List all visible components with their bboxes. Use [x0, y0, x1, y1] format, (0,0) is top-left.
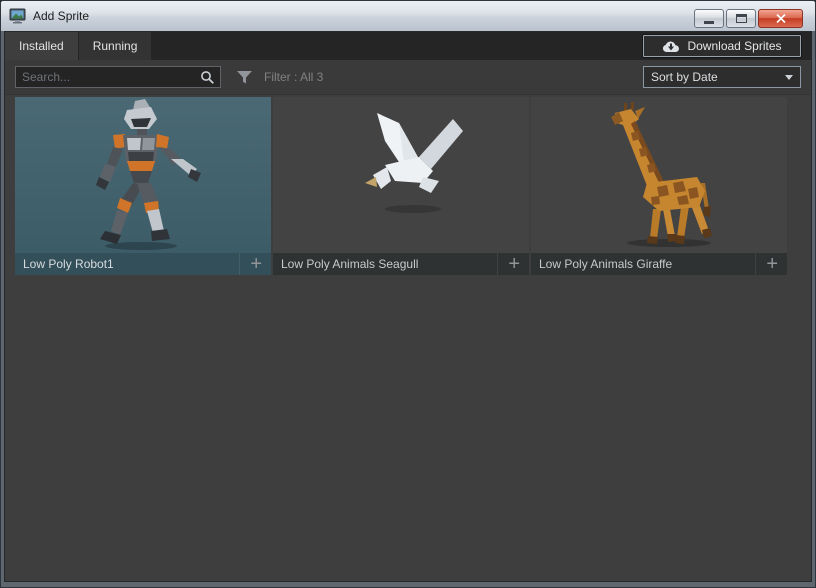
giraffe-sprite-thumbnail [531, 97, 787, 253]
download-sprites-label: Download Sprites [687, 39, 781, 53]
add-sprite-plus-button[interactable]: + [497, 253, 529, 275]
seagull-sprite-thumbnail [273, 97, 529, 253]
robot-sprite-thumbnail [15, 97, 271, 253]
download-sprites-button[interactable]: Download Sprites [643, 35, 801, 57]
robot-sprite-image [15, 97, 271, 253]
minimize-icon [704, 21, 714, 24]
sort-dropdown[interactable]: Sort by Date [643, 66, 801, 88]
titlebar[interactable]: Add Sprite [1, 1, 815, 31]
window-controls [694, 9, 803, 28]
sprite-card-robot[interactable]: Low Poly Robot1 + [15, 97, 271, 275]
minimize-button[interactable] [694, 9, 724, 28]
maximize-icon [736, 14, 747, 23]
chevron-down-icon [785, 75, 793, 80]
sprite-name: Low Poly Animals Seagull [281, 257, 418, 271]
app-body: Installed Running Download Sprites [4, 31, 812, 582]
sprite-label-bar: Low Poly Robot1 + [15, 253, 271, 275]
close-icon [776, 14, 786, 23]
sprite-name: Low Poly Animals Giraffe [539, 257, 672, 271]
giraffe-sprite-image [531, 97, 787, 253]
add-sprite-plus-button[interactable]: + [239, 253, 271, 275]
search-icon[interactable] [200, 70, 215, 85]
tab-installed[interactable]: Installed [5, 32, 78, 60]
seagull-sprite-image [273, 97, 529, 253]
filter-status-label: Filter : All 3 [264, 70, 323, 84]
sprite-label-bar: Low Poly Animals Giraffe + [531, 253, 787, 275]
app-icon[interactable] [9, 8, 27, 24]
search-box [15, 66, 221, 88]
sprite-grid: Low Poly Robot1 + [5, 94, 811, 581]
add-sprite-plus-button[interactable]: + [755, 253, 787, 275]
sprite-label-bar: Low Poly Animals Seagull + [273, 253, 529, 275]
sort-dropdown-value: Sort by Date [651, 70, 718, 84]
search-input[interactable] [16, 70, 200, 84]
toolbar: Filter : All 3 Sort by Date [5, 60, 811, 94]
sprite-name: Low Poly Robot1 [23, 257, 114, 271]
add-sprite-window: Add Sprite Installed Running [0, 0, 816, 588]
cloud-download-icon [662, 40, 680, 53]
tab-running[interactable]: Running [79, 32, 152, 60]
sprite-card-seagull[interactable]: Low Poly Animals Seagull + [273, 97, 529, 275]
sprite-card-giraffe[interactable]: Low Poly Animals Giraffe + [531, 97, 787, 275]
window-title: Add Sprite [33, 9, 89, 23]
close-button[interactable] [758, 9, 803, 28]
tab-strip: Installed Running Download Sprites [5, 32, 811, 60]
maximize-button[interactable] [726, 9, 756, 28]
filter-icon[interactable] [237, 71, 252, 84]
